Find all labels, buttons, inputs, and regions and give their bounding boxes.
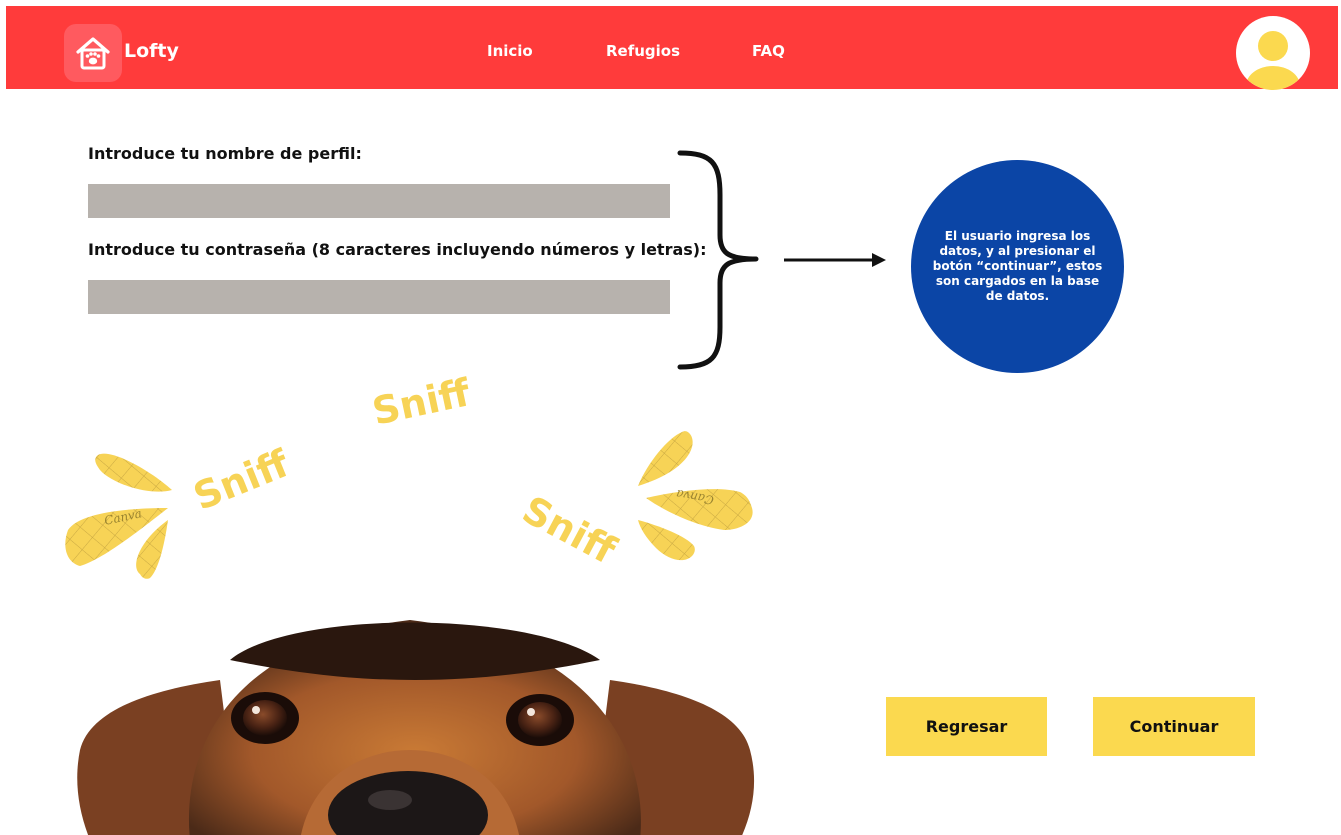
back-button[interactable]: Regresar: [886, 697, 1047, 756]
annotation-bubble: El usuario ingresa los datos, y al presi…: [911, 160, 1124, 373]
user-icon: [1246, 31, 1300, 90]
page: Lofty Inicio Refugios FAQ Introduce tu n…: [0, 0, 1341, 835]
continue-button[interactable]: Continuar: [1093, 697, 1255, 756]
dog-photo: [77, 620, 755, 835]
annotation-text: El usuario ingresa los datos, y al presi…: [932, 229, 1103, 303]
user-avatar[interactable]: [1236, 16, 1310, 90]
